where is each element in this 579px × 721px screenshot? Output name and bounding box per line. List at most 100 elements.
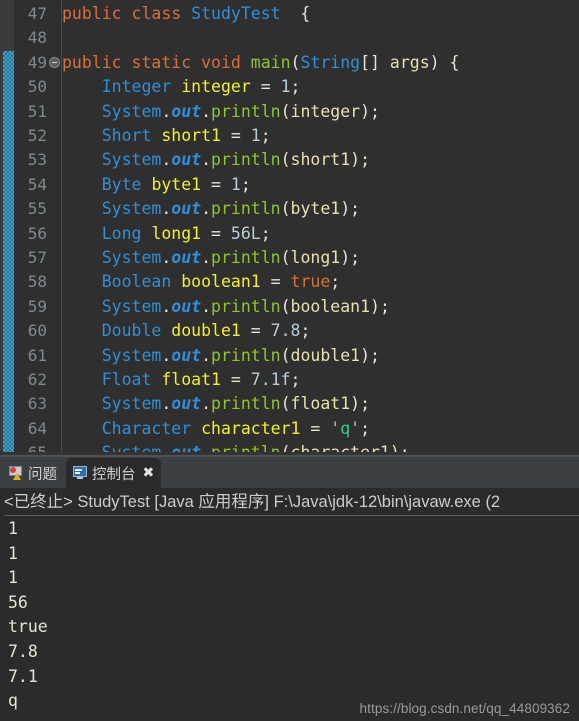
code-token: );	[340, 199, 361, 219]
code-token: (	[290, 52, 301, 72]
line-number: 64	[27, 418, 47, 438]
line-number: 57	[27, 248, 47, 267]
code-line[interactable]: Boolean boolean1 = true;	[62, 270, 579, 294]
code-token: println	[211, 101, 281, 121]
line-number: 61	[27, 345, 47, 365]
code-token: integer	[181, 77, 251, 97]
tab-problems[interactable]: 问题	[2, 458, 64, 488]
code-token: '	[350, 418, 361, 438]
line-number: 60	[27, 321, 47, 341]
code-token: System	[101, 199, 162, 219]
code-token: ;	[290, 77, 301, 97]
line-number-gutter[interactable]: 47 48 49 50 51 52 53 54 55 56 57 58 59 60 61 62 63 64 65	[14, 0, 62, 455]
code-token: System	[101, 248, 162, 267]
tab-console[interactable]: 控制台 ✖	[66, 458, 162, 488]
code-token: static	[131, 52, 192, 72]
code-line[interactable]: System.out.println(float1);	[62, 392, 579, 416]
code-token: =	[201, 223, 231, 243]
console-output-line: 1	[8, 543, 18, 563]
code-token: .	[201, 394, 212, 414]
code-line[interactable]: public class StudyTest {	[62, 2, 579, 26]
code-token: q	[340, 418, 351, 438]
code-line[interactable]: System.out.println(boolean1);	[62, 295, 579, 319]
code-token: );	[350, 150, 371, 170]
code-line[interactable]: public static void main(String[] args) {	[62, 51, 579, 75]
code-token: .	[201, 199, 212, 219]
close-icon[interactable]: ✖	[143, 466, 155, 480]
code-line[interactable]: System.out.println(long1);	[62, 246, 579, 270]
code-token: (	[280, 248, 291, 267]
code-token: println	[211, 248, 281, 267]
fold-collapse-icon[interactable]	[49, 56, 60, 68]
console-output[interactable]: 1 1 1 56 true 7.8 7.1 q	[4, 517, 579, 721]
code-token: =	[220, 126, 251, 145]
code-token: );	[340, 248, 361, 267]
code-token: Double	[101, 321, 162, 341]
code-token: Character	[101, 418, 192, 438]
code-token: println	[211, 345, 281, 365]
code-token: =	[250, 77, 281, 97]
code-line[interactable]: Long long1 = 56L;	[62, 222, 579, 246]
code-line[interactable]: Character character1 = 'q';	[62, 417, 579, 441]
code-line[interactable]: Integer integer = 1;	[62, 75, 579, 99]
code-line[interactable]: System.out.println(integer);	[62, 100, 579, 124]
code-line[interactable]: Short short1 = 1;	[62, 124, 579, 148]
code-line[interactable]: Float float1 = 7.1f;	[62, 368, 579, 392]
code-line[interactable]: Double double1 = 7.8;	[62, 319, 579, 343]
line-number: 63	[27, 394, 47, 414]
code-token: =	[260, 272, 291, 292]
code-token: out	[171, 248, 202, 267]
code-token: System	[101, 150, 162, 170]
code-token: println	[211, 394, 281, 414]
code-line[interactable]	[62, 26, 579, 50]
code-token: =	[300, 418, 331, 438]
code-token: boolean1	[290, 296, 371, 316]
code-token: short1	[290, 150, 351, 170]
console-output-line: 7.8	[8, 641, 38, 661]
line-number: 52	[27, 126, 47, 145]
code-token: out	[171, 345, 202, 365]
code-token: .	[161, 248, 172, 267]
code-token: );	[350, 394, 371, 414]
code-token: byte1	[151, 174, 202, 194]
code-token: out	[171, 150, 202, 170]
eclipse-ide-window: 47 48 49 50 51 52 53 54 55 56 57 58 59 60 61 62 63 64 65 p…	[0, 0, 579, 721]
line-number: 51	[27, 101, 47, 121]
code-token: integer	[290, 101, 361, 121]
line-number: 62	[27, 370, 47, 389]
code-token: []	[360, 52, 390, 72]
code-token: (	[280, 199, 291, 219]
line-number: 55	[27, 199, 47, 219]
console-output-line: 56	[8, 592, 28, 612]
code-line[interactable]: System.out.println(byte1);	[62, 197, 579, 221]
line-number: 58	[27, 272, 47, 292]
code-token: Byte	[101, 174, 142, 194]
console-view[interactable]: <已终止> StudyTest [Java 应用程序] F:\Java\jdk-…	[0, 488, 579, 721]
code-editor[interactable]: 47 48 49 50 51 52 53 54 55 56 57 58 59 60 61 62 63 64 65 p…	[0, 0, 579, 455]
code-text-area[interactable]: public class StudyTest { public static vo…	[62, 0, 579, 455]
code-token: main	[250, 52, 291, 72]
code-token: out	[171, 101, 202, 121]
code-line[interactable]: Byte byte1 = 1;	[62, 173, 579, 197]
line-number: 54	[27, 174, 47, 194]
code-token: println	[211, 199, 281, 219]
panel-tab-strip[interactable]: 问题 控制台 ✖	[0, 458, 579, 488]
code-token: '	[330, 418, 341, 438]
code-line[interactable]: System.out.println(double1);	[62, 344, 579, 368]
code-line[interactable]: System.out.println(short1);	[62, 148, 579, 172]
code-token: boolean1	[181, 272, 261, 292]
